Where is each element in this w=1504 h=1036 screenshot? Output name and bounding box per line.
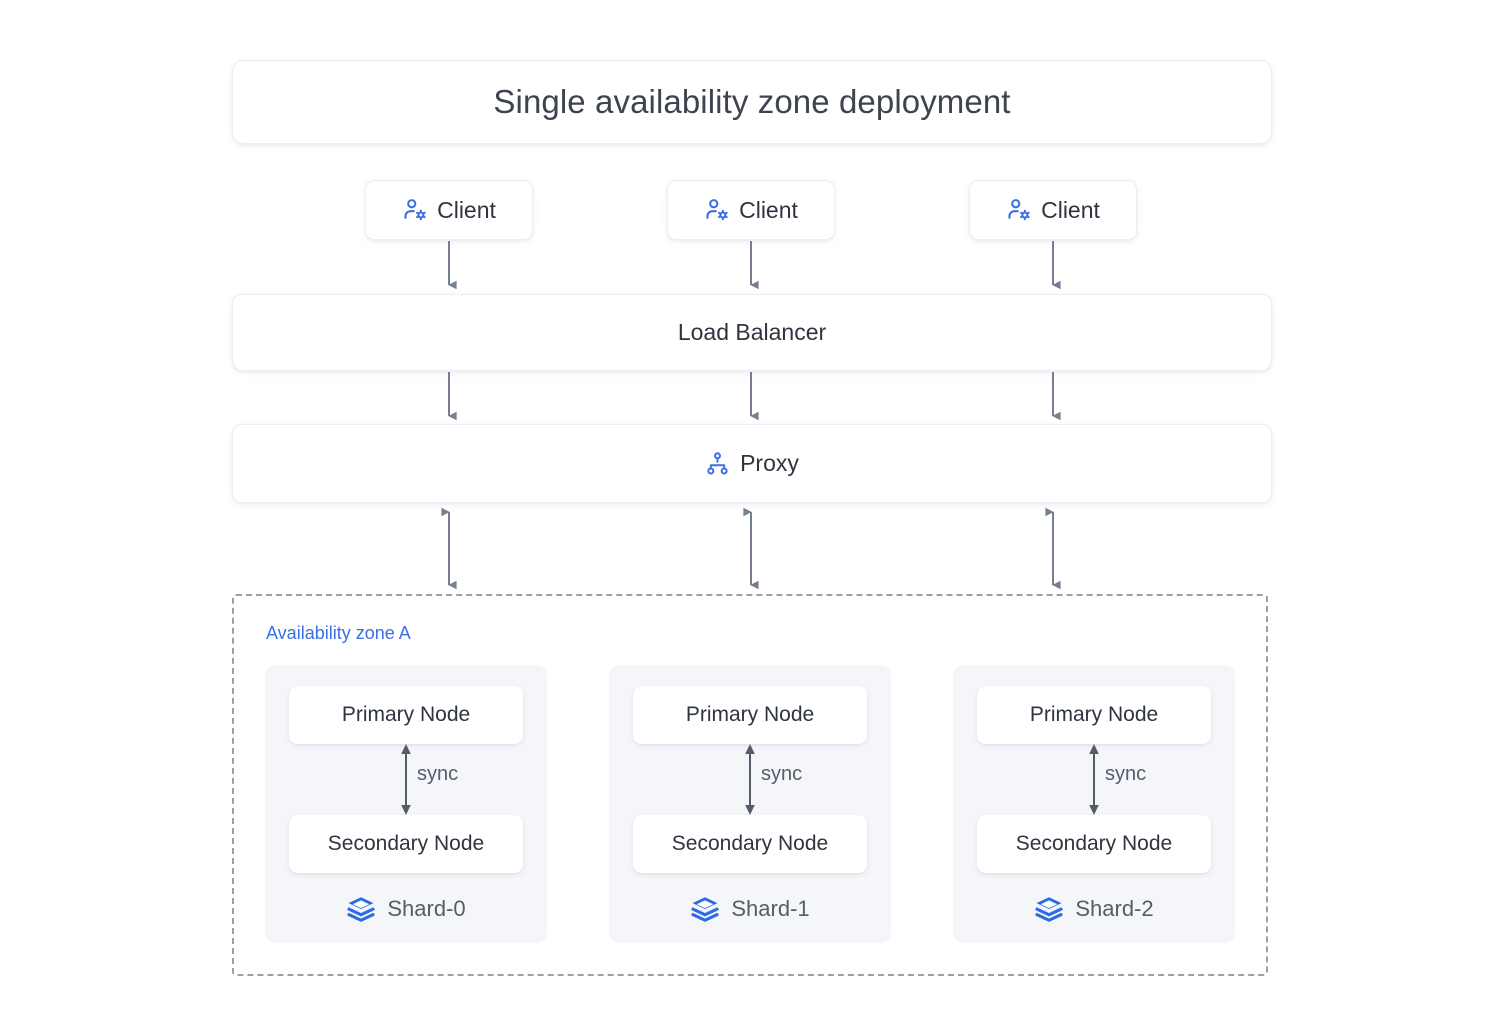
user-settings-icon xyxy=(1006,197,1032,223)
shard-group-1: Primary Node sync Secondary Node Shard-1 xyxy=(609,665,891,943)
sync-arrow-icon xyxy=(401,744,411,815)
sync-arrow-icon xyxy=(1089,744,1099,815)
proxy-label: Proxy xyxy=(740,450,799,476)
shard-group-0: Primary Node sync Secondary Node Shard-0 xyxy=(265,665,547,943)
load-balancer-label: Load Balancer xyxy=(677,319,827,345)
secondary-node-label: Secondary Node xyxy=(671,832,829,855)
secondary-node-label: Secondary Node xyxy=(327,832,485,855)
page-title: Single availability zone deployment xyxy=(493,83,1011,120)
shard-footer: Shard-2 xyxy=(953,894,1235,924)
client-node-1[interactable]: Client xyxy=(667,180,835,240)
layers-icon xyxy=(346,894,376,924)
availability-zone-label: Availability zone A xyxy=(266,623,411,643)
primary-node[interactable]: Primary Node xyxy=(289,686,523,744)
layers-icon xyxy=(690,894,720,924)
primary-node-label: Primary Node xyxy=(341,703,471,726)
client-label: Client xyxy=(739,196,798,223)
secondary-node-label: Secondary Node xyxy=(1015,832,1173,855)
shard-group-2: Primary Node sync Secondary Node Shard-2 xyxy=(953,665,1235,943)
diagram-title-card: Single availability zone deployment xyxy=(232,60,1272,144)
user-settings-icon xyxy=(402,197,428,223)
client-node-0[interactable]: Client xyxy=(365,180,533,240)
load-balancer-node[interactable]: Load Balancer xyxy=(232,294,1272,371)
secondary-node[interactable]: Secondary Node xyxy=(633,815,867,873)
sync-label: sync xyxy=(761,763,803,785)
client-label: Client xyxy=(1041,196,1100,223)
user-settings-icon xyxy=(704,197,730,223)
sync-connector: sync xyxy=(265,744,547,815)
diagram-canvas: Single availability zone deployment Clie… xyxy=(0,0,1504,1036)
primary-node[interactable]: Primary Node xyxy=(633,686,867,744)
shard-footer: Shard-1 xyxy=(609,894,891,924)
shard-name-label: Shard-1 xyxy=(731,896,810,921)
primary-node[interactable]: Primary Node xyxy=(977,686,1211,744)
layers-icon xyxy=(1034,894,1064,924)
sync-connector: sync xyxy=(953,744,1235,815)
primary-node-label: Primary Node xyxy=(1029,703,1159,726)
sync-label: sync xyxy=(417,763,459,785)
shard-name-label: Shard-0 xyxy=(387,896,466,921)
shard-name-label: Shard-2 xyxy=(1075,896,1154,921)
client-node-2[interactable]: Client xyxy=(969,180,1137,240)
sync-connector: sync xyxy=(609,744,891,815)
shard-footer: Shard-0 xyxy=(265,894,547,924)
secondary-node[interactable]: Secondary Node xyxy=(289,815,523,873)
primary-node-label: Primary Node xyxy=(685,703,815,726)
sitemap-icon xyxy=(705,451,730,476)
sync-label: sync xyxy=(1105,763,1147,785)
proxy-node[interactable]: Proxy xyxy=(232,424,1272,503)
sync-arrow-icon xyxy=(745,744,755,815)
client-label: Client xyxy=(437,196,496,223)
secondary-node[interactable]: Secondary Node xyxy=(977,815,1211,873)
